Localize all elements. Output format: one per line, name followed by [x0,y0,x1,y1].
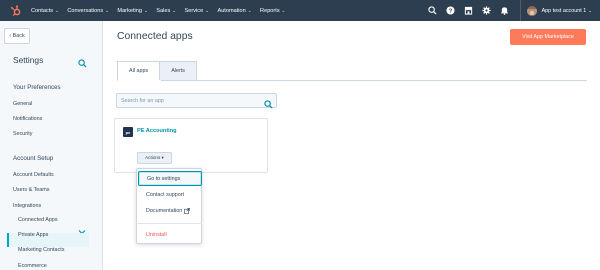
nav-automation[interactable]: Automation ⌄ [217,8,251,14]
app-logo: pe [123,127,133,137]
nav-reports[interactable]: Reports ⌄ [260,8,285,14]
chevron-down-icon[interactable]: ⌄ [588,8,592,14]
nav-service[interactable]: Service ⌄ [185,8,209,14]
sidebar-item-integrations[interactable]: Integrations [13,203,41,209]
avatar[interactable] [526,5,537,16]
menu-item-uninstall[interactable]: Uninstall [138,227,202,242]
chevron-down-icon: ⌄ [172,7,177,13]
nav-marketing[interactable]: Marketing ⌄ [117,8,147,14]
nav-label: Conversations [67,7,104,14]
menu-item-go-to-settings[interactable]: Go to settings [138,171,202,186]
section-heading-your-preferences: Your Preferences [13,84,61,91]
search-icon[interactable] [428,6,438,16]
sidebar-item-private-apps[interactable]: Private Apps [18,232,48,238]
nav-label: Sales [156,7,171,14]
active-tab-underline-cover [118,80,161,81]
search-input[interactable] [121,95,261,106]
search-icon[interactable] [78,55,88,68]
sidebar-item-security[interactable]: Security [13,131,32,137]
search-icon[interactable] [264,96,273,109]
menu-item-label: Go to settings [147,175,181,182]
nav-label: Automation [217,7,246,14]
page-title: Connected apps [117,31,193,42]
chevron-down-icon: ⌄ [143,7,148,13]
nav-label: Reports [260,7,280,14]
nav-divider [519,0,521,21]
settings-icon[interactable] [482,6,492,16]
app-search-box [116,93,277,109]
marketplace-icon[interactable] [464,6,474,16]
chevron-down-icon: ⌄ [247,7,252,13]
section-heading-account-setup: Account Setup [13,155,54,162]
top-navigation-bar: Contacts ⌄ Conversations ⌄ Marketing ⌄ Sale… [0,0,600,21]
menu-item-label: Contact support [146,191,185,198]
sidebar-item-account-defaults[interactable]: Account Defaults [13,172,54,178]
tab-all-apps[interactable]: All apps [117,61,161,81]
help-icon[interactable]: ? [446,6,456,16]
notifications-icon[interactable] [500,6,510,16]
tab-alerts[interactable]: Alerts [160,61,197,81]
sidebar-item-notifications[interactable]: Notifications [13,116,42,122]
sidebar-item-general[interactable]: General [13,101,32,107]
menu-item-contact-support[interactable]: Contact support [138,187,202,202]
nav-label: Marketing [117,7,142,14]
menu-item-label: Uninstall [146,231,167,238]
visit-app-marketplace-button[interactable]: Visit App Marketplace [510,29,586,45]
app-card: pe PE Accounting Actions ▾ [114,118,268,173]
menu-item-documentation[interactable]: Documentation [138,203,202,218]
chevron-down-icon: ⌄ [205,7,209,13]
app-name-link[interactable]: PE Accounting [137,128,177,134]
chevron-down-icon: ⌄ [55,7,59,13]
nav-label: Contacts [31,7,54,14]
external-link-icon [184,207,191,214]
nav-sales[interactable]: Sales ⌄ [156,8,176,14]
menu-divider [138,223,202,224]
hubspot-logo-icon[interactable] [9,4,23,18]
sidebar-title: Settings [13,55,44,65]
nav-conversations[interactable]: Conversations ⌄ [67,8,109,14]
svg-text:?: ? [449,9,453,15]
menu-item-label: Documentation [146,207,183,214]
chevron-down-icon: ⌄ [281,7,286,13]
sidebar-item-connected-apps[interactable]: Connected Apps [18,217,58,223]
nav-label: Service [184,7,204,14]
actions-dropdown-menu: Go to settings Contact support Documenta… [136,168,202,244]
sidebar-item-users-teams[interactable]: Users & Teams [13,187,49,193]
tab-bar: All apps Alerts [117,61,197,81]
sidebar-item-ecommerce[interactable]: Ecommerce [18,263,47,269]
chevron-down-icon: ⌄ [105,7,109,13]
actions-dropdown-button[interactable]: Actions ▾ [137,152,172,164]
settings-sidebar: ‹ Back Settings Your Preferences General… [0,21,103,270]
chevron-down-icon[interactable] [78,222,86,235]
account-name[interactable]: App test account 1 [542,8,587,14]
back-button[interactable]: ‹ Back [4,28,30,44]
sidebar-item-marketing-contacts[interactable]: Marketing Contacts [18,247,64,253]
nav-contacts[interactable]: Contacts ⌄ [31,8,59,14]
